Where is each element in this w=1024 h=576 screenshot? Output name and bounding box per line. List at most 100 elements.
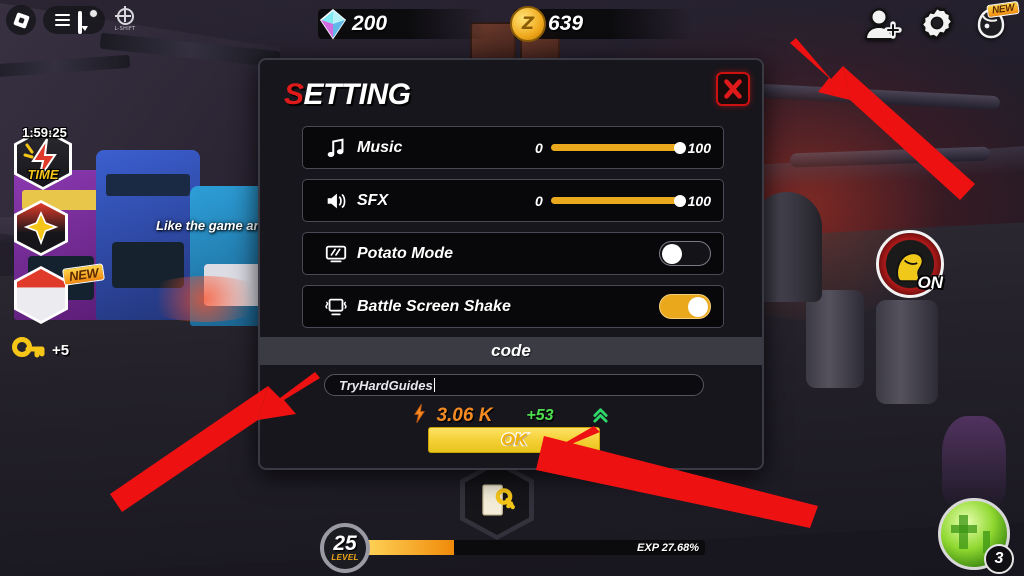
dialog-title-rest: ETTING (303, 78, 412, 111)
music-slider-max: 100 (687, 139, 711, 156)
timer-text: 1:59:25 (22, 125, 67, 140)
setting-label-potato-mode: Potato Mode (357, 244, 453, 262)
close-x-icon (724, 79, 742, 99)
music-slider-knob[interactable] (673, 141, 686, 154)
settings-dialog: SETTING Music 0 100 SFX 0 100 Potato Mod… (258, 58, 764, 470)
level-badge: 25 LEVEL (320, 523, 370, 573)
scene-barrel (806, 290, 864, 388)
flex-circle[interactable]: ON (876, 230, 944, 298)
stat-gain: +53 (526, 407, 554, 424)
roblox-logo-button[interactable] (6, 5, 36, 35)
sfx-slider[interactable]: 0 100 (535, 193, 711, 209)
code-reward-stats: 3.06 K +53 (260, 403, 762, 429)
coin-value: 639 (548, 12, 584, 35)
pet-egg-icon[interactable]: NEW (970, 0, 1020, 46)
speaker-icon (315, 189, 357, 213)
new-character-button[interactable]: NEW (8, 263, 105, 324)
setting-row-sfx[interactable]: SFX 0 100 (302, 179, 724, 222)
dialog-title: SETTING (284, 78, 411, 112)
sfx-slider-max: 100 (687, 192, 711, 209)
star-badge-inner (17, 203, 65, 253)
orb-detail (951, 525, 977, 533)
close-dialog-button[interactable] (716, 72, 750, 106)
sfx-slider-track[interactable] (550, 194, 686, 207)
monitor-shake-icon (315, 295, 357, 319)
monitor-low-icon (315, 242, 357, 266)
setting-row-battle-screen-shake[interactable]: Battle Screen Shake (302, 285, 724, 328)
add-friend-icon[interactable] (862, 4, 904, 46)
exp-text: EXP 27.68% (637, 542, 699, 554)
stat-value: 3.06 K (436, 405, 493, 426)
roblox-topbar: L-SHIFT (6, 5, 138, 35)
sfx-slider-min: 0 (535, 192, 543, 209)
double-chevron-up-icon (592, 405, 609, 428)
potato-mode-toggle[interactable] (659, 241, 711, 266)
quest-hex-inner (465, 465, 529, 535)
music-slider-track[interactable] (550, 141, 686, 154)
ok-button-label: OK (500, 429, 528, 451)
music-slider[interactable]: 0 100 (535, 140, 711, 156)
music-slider-min: 0 (535, 139, 543, 156)
sfx-slider-knob[interactable] (673, 194, 686, 207)
new-badge: NEW (61, 263, 105, 286)
target-ring-icon (114, 6, 134, 25)
roblox-menu-group[interactable] (43, 6, 105, 34)
scene-barrel (876, 300, 938, 404)
new-char-inner (17, 269, 65, 321)
setting-label-battle-screen-shake: Battle Screen Shake (357, 297, 511, 315)
key-quest-icon (482, 484, 515, 516)
setting-row-music[interactable]: Music 0 100 (302, 126, 724, 169)
settings-gear-icon[interactable] (916, 4, 958, 46)
left-icon-stack: 1:59:25 TIME NEW +5 (8, 125, 105, 364)
star-reward-button[interactable] (8, 200, 100, 256)
chat-icon[interactable] (77, 9, 98, 34)
top-right-icon-bar: NEW (862, 0, 1020, 46)
ok-button[interactable]: OK (428, 427, 600, 453)
toggle-knob (662, 243, 682, 264)
key-icon (12, 337, 45, 358)
text-caret (433, 378, 436, 392)
gem-currency: 200 (318, 8, 486, 40)
ability-orb-button[interactable]: 3 (938, 498, 1014, 574)
scene-neon-glow (140, 276, 270, 322)
arcade-marquee (106, 174, 190, 196)
level-number: 25 (333, 531, 357, 555)
exp-fill (358, 540, 455, 555)
currency-hud: 200 Z 639 (318, 6, 692, 42)
flex-toggle-button[interactable]: ON (876, 230, 944, 298)
code-section-header: code (260, 337, 762, 365)
level-exp-bar: 25 LEVEL EXP 27.68% (320, 523, 705, 573)
setting-label-music: Music (357, 138, 403, 156)
new-char-badge[interactable] (14, 266, 68, 324)
setting-row-potato-mode[interactable]: Potato Mode (302, 232, 724, 275)
battle-screen-shake-toggle[interactable] (659, 294, 711, 319)
flex-state-label: ON (917, 273, 944, 292)
level-label: LEVEL (331, 553, 359, 563)
code-input-value: TryHardGuides (339, 377, 433, 393)
roblox-logo-icon (12, 11, 30, 29)
lightning-bolt-icon (413, 403, 426, 429)
camera-lock-label: L-SHIFT (114, 26, 136, 32)
toggle-knob (688, 296, 708, 317)
timed-reward-button[interactable]: 1:59:25 TIME (8, 125, 100, 190)
key-counter: +5 (12, 336, 100, 364)
star-icon (23, 211, 59, 246)
gem-icon (319, 8, 347, 40)
star-badge[interactable] (14, 200, 68, 256)
scene-character (942, 416, 1006, 506)
time-label: TIME (27, 167, 59, 182)
gem-value: 200 (352, 12, 388, 35)
chat-badge (88, 9, 98, 18)
coin-currency: Z 639 (510, 6, 692, 42)
music-note-icon (315, 136, 357, 160)
settings-rows: Music 0 100 SFX 0 100 Potato Mode Battle… (302, 126, 724, 338)
setting-label-sfx: SFX (357, 191, 389, 209)
camera-lock-icon[interactable]: L-SHIFT (112, 6, 138, 32)
code-input[interactable]: TryHardGuides (324, 374, 704, 396)
hamburger-menu-icon[interactable] (54, 14, 70, 26)
sfx-slider-fill (550, 197, 680, 204)
music-slider-fill (550, 144, 680, 151)
ability-count-badge: 3 (984, 544, 1014, 574)
key-value: +5 (52, 341, 70, 359)
coin-icon: Z (510, 6, 546, 42)
